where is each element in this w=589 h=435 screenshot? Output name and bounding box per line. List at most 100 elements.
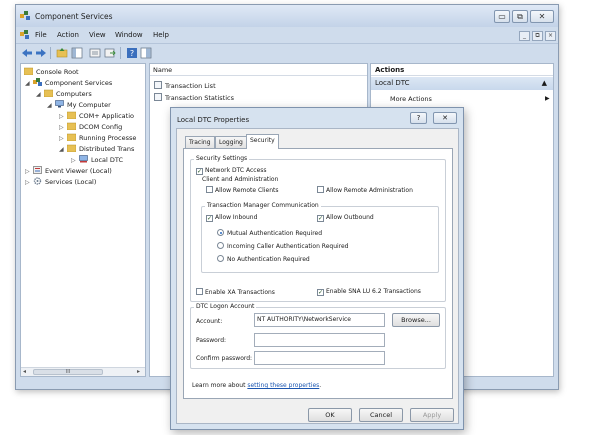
browse-button[interactable]: Browse... xyxy=(392,313,440,327)
console-menu-icon[interactable] xyxy=(20,30,30,40)
allow-inbound-checkbox[interactable]: ✓ Allow Inbound xyxy=(206,214,257,222)
password-field[interactable] xyxy=(254,333,385,347)
incoming-caller-auth-radio[interactable]: Incoming Caller Authentication Required xyxy=(217,242,349,251)
mdi-minimize-button[interactable]: _ xyxy=(519,31,530,41)
forward-arrow-icon[interactable] xyxy=(35,47,47,59)
tree-item-console-root[interactable]: Console Root xyxy=(24,67,79,78)
collapsed-triangle-icon[interactable]: ▷ xyxy=(25,177,30,188)
folder-icon xyxy=(67,122,76,130)
minimize-button[interactable]: ▭ xyxy=(494,10,510,23)
tree-item-distributed-transaction[interactable]: Distributed Trans xyxy=(67,144,134,155)
more-actions-label: More Actions xyxy=(390,95,432,103)
allow-remote-clients-checkbox[interactable]: Allow Remote Clients xyxy=(206,186,278,195)
security-settings-label: Security Settings xyxy=(194,155,250,163)
menu-window[interactable]: Window xyxy=(115,31,143,39)
account-field[interactable]: NT AUTHORITY\NetworkService xyxy=(254,313,385,327)
collapsed-triangle-icon[interactable]: ▷ xyxy=(71,155,76,166)
menu-view[interactable]: View xyxy=(89,31,106,39)
restore-button[interactable]: ⧉ xyxy=(512,10,528,23)
apply-button[interactable]: Apply xyxy=(410,408,454,422)
mutual-auth-radio[interactable]: Mutual Authentication Required xyxy=(217,229,322,238)
menu-help[interactable]: Help xyxy=(153,31,169,39)
learn-more-link[interactable]: setting these properties xyxy=(247,382,319,389)
expand-triangle-icon[interactable]: ◢ xyxy=(36,89,41,100)
checkbox-box xyxy=(196,288,203,295)
menu-bar: File Action View Window Help _ ⧉ × xyxy=(16,27,558,43)
scrollbar-thumb[interactable]: III xyxy=(33,369,103,375)
menu-file[interactable]: File xyxy=(35,31,47,39)
back-arrow-icon[interactable] xyxy=(21,47,33,59)
confirm-password-label: Confirm password: xyxy=(196,355,253,362)
tree-item-label: Distributed Trans xyxy=(79,145,135,153)
menu-action[interactable]: Action xyxy=(57,31,79,39)
more-actions-item[interactable]: More Actions xyxy=(390,95,432,103)
collapsed-triangle-icon[interactable]: ▷ xyxy=(25,166,30,177)
security-tab-panel: Security Settings ✓ Network DTC Access Cl… xyxy=(183,148,453,399)
collapsed-triangle-icon[interactable]: ▷ xyxy=(59,133,64,144)
checkbox-box xyxy=(317,186,324,193)
tab-tracing[interactable]: Tracing xyxy=(185,136,215,148)
show-hide-tree-icon[interactable] xyxy=(71,47,83,59)
tree-item-label: Running Processe xyxy=(79,134,137,142)
checkbox-box: ✓ xyxy=(317,215,324,222)
scroll-right-arrow-icon[interactable]: ▸ xyxy=(137,368,140,376)
enable-sna-checkbox[interactable]: ✓ Enable SNA LU 6.2 Transactions xyxy=(317,288,421,296)
actions-title: Actions xyxy=(371,64,553,76)
tree-item-local-dtc[interactable]: Local DTC xyxy=(79,155,123,166)
cancel-button[interactable]: Cancel xyxy=(359,408,403,422)
export-list-icon[interactable] xyxy=(104,47,116,59)
tree-horizontal-scrollbar[interactable]: ◂ III ▸ xyxy=(21,367,145,376)
dialog-close-button[interactable]: ✕ xyxy=(433,112,457,124)
tree-item-dcom-config[interactable]: DCOM Config xyxy=(67,122,122,133)
tree-item-label: COM+ Applicatio xyxy=(79,112,134,120)
title-bar[interactable]: Component Services ▭ ⧉ ✕ xyxy=(16,5,558,27)
mdi-restore-button[interactable]: ⧉ xyxy=(532,31,543,41)
up-folder-icon[interactable] xyxy=(56,47,68,59)
tab-logging[interactable]: Logging xyxy=(215,136,247,148)
help-icon[interactable]: ? xyxy=(126,47,138,59)
dialog-help-button[interactable]: ? xyxy=(410,112,427,124)
console-pane-icon[interactable] xyxy=(140,47,152,59)
collapsed-triangle-icon[interactable]: ▷ xyxy=(59,111,64,122)
actions-section-local-dtc[interactable]: Local DTC ▲ xyxy=(371,77,553,90)
name-column-header[interactable]: Name xyxy=(150,64,367,76)
radio-label: Incoming Caller Authentication Required xyxy=(227,243,349,250)
folder-icon xyxy=(67,111,76,119)
tree-item-event-viewer[interactable]: Event Viewer (Local) xyxy=(33,166,112,177)
collapse-arrow-icon[interactable]: ▲ xyxy=(542,77,547,90)
checkbox-box: ✓ xyxy=(196,168,203,175)
list-item-transaction-statistics[interactable]: Transaction Statistics xyxy=(154,93,234,103)
learn-more-text: Learn more about setting these propertie… xyxy=(192,382,321,390)
allow-remote-admin-checkbox[interactable]: Allow Remote Administration xyxy=(317,186,413,195)
tree-item-computers[interactable]: Computers xyxy=(44,89,92,100)
tree-item-my-computer[interactable]: My Computer xyxy=(55,100,111,111)
mdi-close-button[interactable]: × xyxy=(545,31,556,41)
allow-outbound-checkbox[interactable]: ✓ Allow Outbound xyxy=(317,214,374,222)
close-button[interactable]: ✕ xyxy=(530,10,554,23)
scroll-left-arrow-icon[interactable]: ◂ xyxy=(23,368,26,376)
radio-label: No Authentication Required xyxy=(227,256,310,263)
tree-item-label: DCOM Config xyxy=(79,123,123,131)
expand-triangle-icon[interactable]: ◢ xyxy=(59,144,64,155)
tree-item-com-applications[interactable]: COM+ Applicatio xyxy=(67,111,134,122)
checkbox-label: Allow Remote Clients xyxy=(215,187,279,194)
list-item-transaction-list[interactable]: Transaction List xyxy=(154,81,216,91)
tab-security[interactable]: Security xyxy=(246,134,279,149)
tree-item-running-processes[interactable]: Running Processe xyxy=(67,133,136,144)
expand-triangle-icon[interactable]: ◢ xyxy=(47,100,52,111)
collapsed-triangle-icon[interactable]: ▷ xyxy=(59,122,64,133)
no-auth-radio[interactable]: No Authentication Required xyxy=(217,255,310,264)
enable-xa-checkbox[interactable]: Enable XA Transactions xyxy=(196,288,275,297)
tree-item-label: My Computer xyxy=(67,101,111,109)
tree-item-component-services[interactable]: Component Services xyxy=(33,78,112,89)
confirm-password-field[interactable] xyxy=(254,351,385,365)
ok-button[interactable]: OK xyxy=(308,408,352,422)
tree-item-label: Component Services xyxy=(45,79,113,87)
tree-item-services[interactable]: Services (Local) xyxy=(33,177,96,188)
checkbox-label: Network DTC Access xyxy=(205,167,267,174)
expand-triangle-icon[interactable]: ◢ xyxy=(25,78,30,89)
network-dtc-access-checkbox[interactable]: ✓ Network DTC Access xyxy=(196,167,267,175)
console-tree: Console Root ◢ Component Services ◢ Comp… xyxy=(20,63,146,377)
properties-icon[interactable] xyxy=(89,47,101,59)
tree-item-label: Event Viewer (Local) xyxy=(45,167,112,175)
